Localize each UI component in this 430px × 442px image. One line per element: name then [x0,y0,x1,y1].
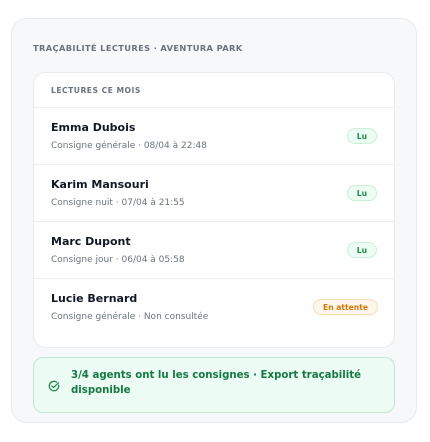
agent-name: Karim Mansouri [51,178,149,191]
list-item[interactable]: Marc Dupont Consigne jour · 06/04 à 05:5… [34,222,394,279]
panel-title: TRAÇABILITÉ LECTURES · AVENTURA PARK [33,43,243,53]
list-item[interactable]: Karim Mansouri Consigne nuit · 07/04 à 2… [34,165,394,222]
list-item[interactable]: Lucie Bernard Consigne générale · Non co… [34,279,394,336]
traceability-panel: TRAÇABILITÉ LECTURES · AVENTURA PARK LEC… [11,18,417,423]
card-header: LECTURES CE MOIS [34,73,394,108]
reading-detail: Consigne nuit · 07/04 à 21:55 [51,198,185,208]
reading-detail: Consigne jour · 06/04 à 05:58 [51,255,185,265]
agent-name: Lucie Bernard [51,292,138,305]
reading-detail: Consigne générale · Non consultée [51,312,209,322]
agent-name: Emma Dubois [51,121,136,134]
status-badge: Lu [346,128,377,144]
check-circle-icon [48,380,60,392]
status-badge: Lu [346,185,377,201]
status-badge: Lu [346,242,377,258]
list-item[interactable]: Emma Dubois Consigne générale · 08/04 à … [34,108,394,165]
status-badge-pending: En attente [313,299,378,315]
agent-name: Marc Dupont [51,235,131,248]
reading-detail: Consigne générale · 08/04 à 22:48 [51,141,207,151]
export-notice[interactable]: 3/4 agents ont lu les consignes · Export… [33,357,395,413]
notice-text: 3/4 agents ont lu les consignes · Export… [71,370,362,396]
readings-card: LECTURES CE MOIS Emma Dubois Consigne gé… [33,72,395,348]
